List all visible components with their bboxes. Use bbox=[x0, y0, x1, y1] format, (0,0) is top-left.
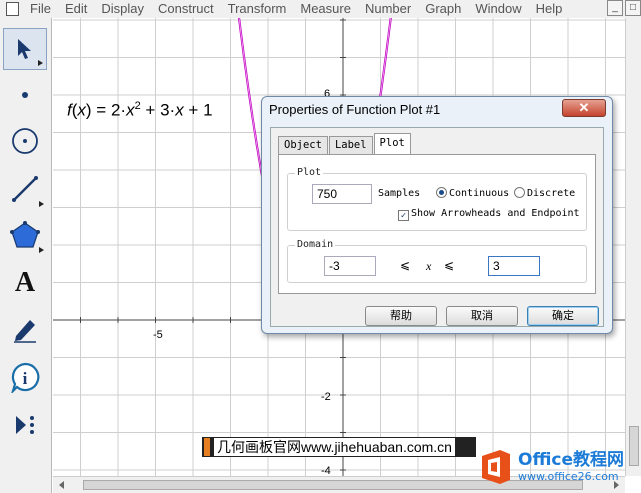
polygon-icon bbox=[10, 221, 40, 248]
function-name: f bbox=[67, 100, 72, 120]
function-arg: x bbox=[77, 100, 86, 120]
toolbox: A i bbox=[0, 18, 52, 493]
information-tool[interactable]: i bbox=[3, 356, 47, 398]
menu-transform[interactable]: Transform bbox=[221, 0, 294, 18]
constant-term: + 1 bbox=[183, 100, 213, 120]
function-plot-properties-dialog: Properties of Function Plot #1 ✕ Object … bbox=[261, 96, 613, 334]
function-label[interactable]: f(x) = 2·x2 + 3·x + 1 bbox=[67, 100, 213, 121]
dialog-close-button[interactable]: ✕ bbox=[562, 99, 606, 117]
radio-unselected-icon bbox=[514, 187, 525, 198]
domain-max-input[interactable]: 3 bbox=[488, 256, 540, 276]
discrete-radio[interactable]: Discrete bbox=[514, 187, 575, 199]
circle-icon bbox=[12, 128, 38, 154]
domain-group: Domain -3 ⩽ x ⩽ 3 bbox=[287, 239, 587, 283]
submenu-indicator-icon bbox=[38, 60, 43, 66]
cancel-button[interactable]: 取消 bbox=[446, 306, 518, 326]
domain-group-legend: Domain bbox=[295, 239, 336, 250]
svg-text:i: i bbox=[23, 369, 28, 388]
straightedge-tool[interactable] bbox=[3, 168, 47, 210]
dialog-title: Properties of Function Plot #1 bbox=[269, 102, 441, 117]
arrowheads-checkbox[interactable]: ✓ Show Arrowheads and Endpoint bbox=[398, 208, 580, 221]
continuous-label: Continuous bbox=[449, 188, 510, 199]
menu-construct[interactable]: Construct bbox=[151, 0, 221, 18]
menu-window[interactable]: Window bbox=[468, 0, 528, 18]
watermark-text: 几何画板官网www.jihehuaban.com.cn bbox=[214, 438, 455, 456]
arrow-select-tool[interactable] bbox=[3, 28, 47, 70]
point-icon bbox=[22, 92, 28, 98]
domain-variable: x bbox=[426, 259, 432, 273]
brand-url: www.office26.com bbox=[518, 470, 619, 483]
office-logo-icon bbox=[482, 450, 510, 484]
lte-symbol: ⩽ bbox=[400, 258, 411, 272]
document-icon[interactable] bbox=[4, 0, 22, 18]
compass-tool[interactable] bbox=[3, 120, 47, 162]
document-window-buttons: _ □ bbox=[605, 0, 641, 16]
menu-bar: File Edit Display Construct Transform Me… bbox=[0, 0, 641, 18]
help-button[interactable]: 帮助 bbox=[365, 306, 437, 326]
coef-b: + 3· bbox=[140, 100, 176, 120]
ok-button[interactable]: 确定 bbox=[527, 306, 599, 326]
plot-group: Plot 750 Samples Continuous Discrete ✓ Sh… bbox=[287, 167, 587, 231]
polygon-tool[interactable] bbox=[3, 214, 47, 256]
y-tick-label: -4 bbox=[321, 465, 331, 476]
tab-object[interactable]: Object bbox=[278, 136, 328, 154]
samples-input[interactable]: 750 bbox=[312, 184, 372, 204]
arrowheads-label: Show Arrowheads and Endpoint bbox=[411, 208, 580, 219]
menu-measure[interactable]: Measure bbox=[293, 0, 358, 18]
dialog-titlebar[interactable]: Properties of Function Plot #1 ✕ bbox=[262, 97, 612, 123]
scroll-left-icon[interactable] bbox=[59, 481, 64, 489]
menu-edit[interactable]: Edit bbox=[58, 0, 94, 18]
submenu-indicator-icon bbox=[39, 247, 44, 253]
menu-number[interactable]: Number bbox=[358, 0, 418, 18]
term-x: x bbox=[126, 100, 135, 120]
info-icon: i bbox=[11, 362, 40, 393]
samples-label: Samples bbox=[378, 188, 421, 199]
plot-group-legend: Plot bbox=[295, 167, 324, 178]
discrete-label: Discrete bbox=[527, 188, 576, 199]
brand-name: Office教程网 bbox=[518, 450, 625, 470]
term-x2: x bbox=[175, 100, 184, 120]
radio-selected-icon bbox=[436, 187, 447, 198]
custom-tool[interactable] bbox=[3, 404, 47, 446]
arrow-icon bbox=[18, 39, 31, 59]
y-tick-label: -2 bbox=[321, 391, 331, 403]
minimize-button[interactable]: _ bbox=[607, 0, 623, 16]
menu-file[interactable]: File bbox=[28, 0, 58, 18]
point-tool[interactable] bbox=[3, 74, 47, 116]
marker-tool[interactable] bbox=[3, 308, 47, 350]
custom-tools-icon bbox=[16, 416, 34, 434]
menu-graph[interactable]: Graph bbox=[418, 0, 468, 18]
watermark-accent bbox=[204, 438, 210, 456]
continuous-radio[interactable]: Continuous bbox=[436, 187, 509, 199]
tab-plot[interactable]: Plot bbox=[373, 133, 411, 155]
x-tick-label: -5 bbox=[153, 329, 163, 341]
menu-display[interactable]: Display bbox=[94, 0, 151, 18]
vertical-scrollbar[interactable] bbox=[625, 18, 641, 476]
tab-label[interactable]: Label bbox=[328, 136, 373, 154]
menu-help[interactable]: Help bbox=[529, 0, 570, 18]
plot-tab-panel: Plot 750 Samples Continuous Discrete ✓ Sh… bbox=[278, 154, 596, 294]
text-a-icon: A bbox=[14, 267, 36, 298]
restore-button[interactable]: □ bbox=[625, 0, 641, 16]
lte-symbol: ⩽ bbox=[444, 258, 455, 272]
dialog-tabs: Object Label Plot bbox=[278, 133, 412, 155]
checkmark-icon: ✓ bbox=[398, 210, 409, 221]
domain-min-input[interactable]: -3 bbox=[324, 256, 376, 276]
office-brand-logo: Office教程网 www.office26.com bbox=[478, 443, 638, 491]
submenu-indicator-icon bbox=[39, 201, 44, 207]
coef-a: 2· bbox=[110, 100, 127, 120]
dialog-body: Object Label Plot Plot 750 Samples Conti… bbox=[270, 127, 604, 327]
text-tool[interactable]: A bbox=[3, 262, 47, 304]
watermark-banner: 几何画板官网www.jihehuaban.com.cn bbox=[202, 437, 476, 457]
segment-icon bbox=[12, 176, 38, 202]
pen-icon bbox=[14, 320, 36, 343]
